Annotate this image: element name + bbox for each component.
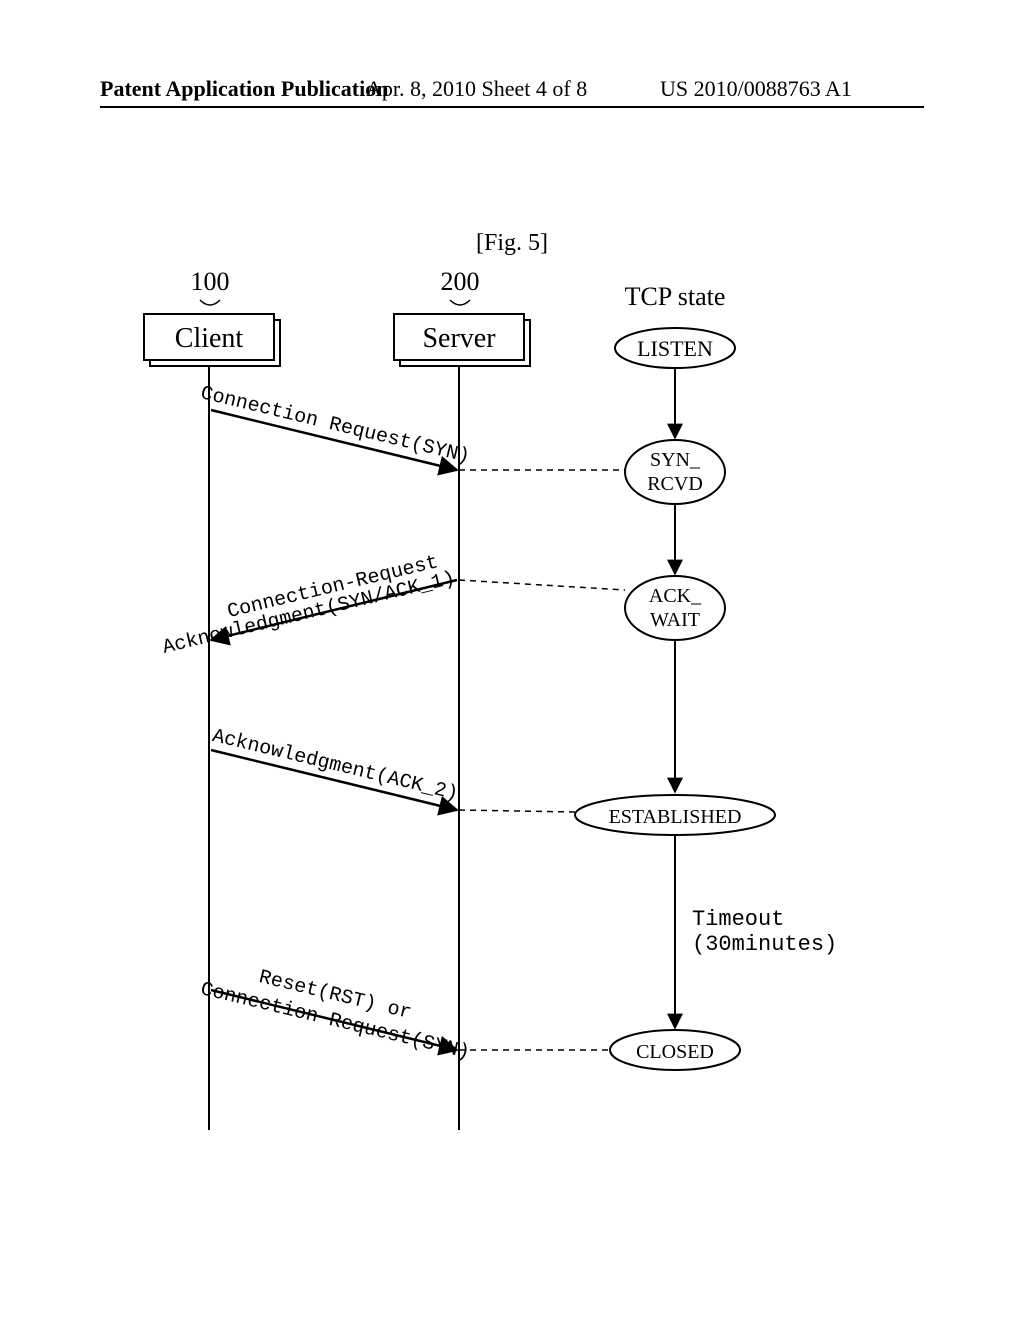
page: Patent Application Publication Apr. 8, 2… <box>0 0 1024 1320</box>
client-label: Client <box>175 323 244 354</box>
server-label: Server <box>422 323 496 354</box>
tcp-state-heading: TCP state <box>625 282 726 311</box>
client-ref: 100 <box>191 267 230 296</box>
server-ref-tick <box>450 300 470 305</box>
state-listen-label: LISTEN <box>637 336 713 361</box>
timeout-l1: Timeout <box>692 907 784 932</box>
server-ref: 200 <box>441 267 480 296</box>
state-closed-label: CLOSED <box>636 1041 714 1063</box>
msg3-label: Acknowledgment(ACK_2) <box>210 725 460 806</box>
diagram-svg: 100 200 Client Server TCP state LISTEN S… <box>0 0 1024 1320</box>
msg3-dash <box>459 810 575 812</box>
state-established-label: ESTABLISHED <box>609 806 742 828</box>
state-syn-rcvd-l2: RCVD <box>647 473 703 495</box>
timeout-l2: (30minutes) <box>692 932 837 957</box>
state-syn-rcvd-l1: SYN_ <box>650 449 701 471</box>
client-ref-tick <box>200 300 220 305</box>
msg1-label: Connection Request(SYN) <box>198 382 472 469</box>
state-ack-wait-l2: WAIT <box>650 609 700 631</box>
state-ack-wait-l1: ACK_ <box>649 585 702 607</box>
msg2-dash <box>459 580 625 590</box>
